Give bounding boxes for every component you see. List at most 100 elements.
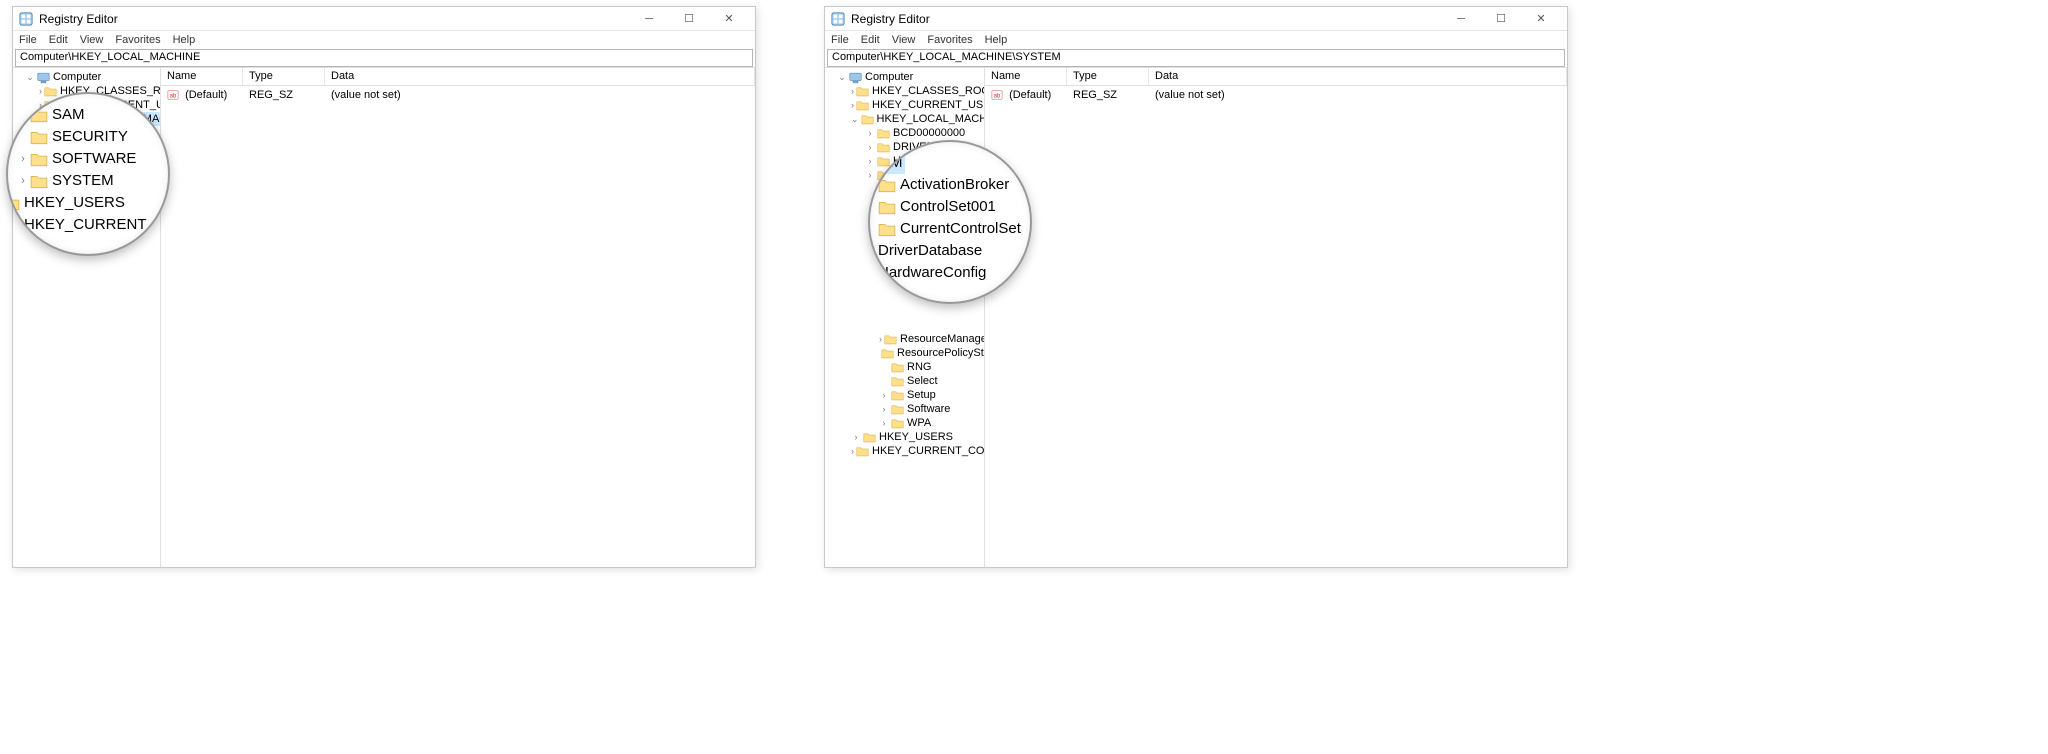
mag-item-hku: HKEY_USERS [6,192,160,214]
expand-icon[interactable]: › [851,98,854,112]
menubar: File Edit View Favorites Help [825,31,1567,49]
folder-icon [891,362,904,373]
tree-hkcu[interactable]: › HKEY_CURRENT_USER [825,98,984,112]
folder-icon [856,446,869,457]
app-icon [831,12,845,26]
list-header: Name Type Data [985,68,1567,86]
computer-icon [37,72,50,83]
expand-icon[interactable]: › [851,84,854,98]
tree-computer[interactable]: ⌄ Computer [13,70,160,84]
mag-item-hardwareconfig: HardwareConfig [878,262,1022,284]
menu-edit[interactable]: Edit [49,34,68,46]
address-bar[interactable]: Computer\HKEY_LOCAL_MACHINE [15,49,753,67]
folder-icon [877,128,890,139]
value-name: (Default) [1009,89,1051,101]
value-row-default[interactable]: (Default) REG_SZ (value not set) [161,86,755,104]
folder-icon [877,156,890,167]
value-data: (value not set) [325,88,755,102]
menu-help[interactable]: Help [985,34,1008,46]
menu-favorites[interactable]: Favorites [927,34,972,46]
tree-resmgr[interactable]: › ResourceManager [825,332,984,346]
tree-label: Computer [53,70,101,84]
close-button[interactable]: ✕ [709,7,749,31]
folder-icon [877,142,890,153]
tree-rng[interactable]: RNG [825,360,984,374]
expand-icon[interactable]: › [865,126,875,140]
list-pane[interactable]: Name Type Data (Default) REG_SZ (value n… [985,68,1567,567]
expand-icon[interactable]: › [879,332,882,346]
col-type[interactable]: Type [243,68,325,85]
menubar: File Edit View Favorites Help [13,31,755,49]
collapse-icon[interactable]: ⌄ [851,112,859,126]
tree-select[interactable]: Select [825,374,984,388]
col-data[interactable]: Data [1149,68,1567,85]
col-name[interactable]: Name [985,68,1067,85]
tree-bcd[interactable]: › BCD00000000 [825,126,984,140]
mag-item-driverdatabase: DriverDatabase [878,240,1022,262]
tree-hkcr[interactable]: › HKEY_CLASSES_ROOT [825,84,984,98]
menu-help[interactable]: Help [173,34,196,46]
minimize-button[interactable]: ─ [1441,7,1481,31]
value-data: (value not set) [1149,88,1567,102]
col-name[interactable]: Name [161,68,243,85]
folder-icon [891,390,904,401]
menu-edit[interactable]: Edit [861,34,880,46]
expand-icon[interactable]: › [879,416,889,430]
col-type[interactable]: Type [1067,68,1149,85]
tree-wpa[interactable]: › WPA [825,416,984,430]
tree-respol[interactable]: ResourcePolicyStore [825,346,984,360]
expand-icon[interactable]: › [865,154,875,168]
address-bar[interactable]: Computer\HKEY_LOCAL_MACHINE\SYSTEM [827,49,1565,67]
folder-icon [891,376,904,387]
mag-item-system: › SYSTEM [16,170,160,192]
computer-icon [849,72,862,83]
expand-icon: › [16,148,30,170]
titlebar[interactable]: Registry Editor ─ ☐ ✕ [13,7,755,31]
folder-icon [881,348,894,359]
expand-icon[interactable]: › [865,140,875,154]
mag-item-controlset001: ControlSet001 [878,196,1022,218]
expand-icon[interactable]: › [39,84,42,98]
list-pane[interactable]: Name Type Data (Default) REG_SZ (value n… [161,68,755,567]
string-value-icon [167,89,179,101]
mag-item-currentcontrolset: CurrentControlSet [878,218,1022,240]
value-type: REG_SZ [243,88,325,102]
menu-file[interactable]: File [19,34,37,46]
collapse-icon[interactable]: ⌄ [25,70,35,84]
menu-view[interactable]: View [892,34,916,46]
magnifier-right: EM ActivationBroker ControlSet001 Curren… [868,140,1032,304]
expand-icon[interactable]: › [879,388,889,402]
tree-setup[interactable]: › Setup [825,388,984,402]
minimize-button[interactable]: ─ [629,7,669,31]
tree-hku[interactable]: › HKEY_USERS [825,430,984,444]
folder-icon [891,404,904,415]
magnifier-left: SAM SECURITY › SOFTWARE › SYSTEM HKEY_US… [6,92,170,256]
mag-item-activationbroker: ActivationBroker [878,174,1022,196]
tree-hklm[interactable]: ⌄ HKEY_LOCAL_MACHINE [825,112,984,126]
collapse-icon[interactable]: ⌄ [837,70,847,84]
titlebar[interactable]: Registry Editor ─ ☐ ✕ [825,7,1567,31]
value-type: REG_SZ [1067,88,1149,102]
folder-icon [44,86,57,97]
col-data[interactable]: Data [325,68,755,85]
tree-computer[interactable]: ⌄ Computer [825,70,984,84]
expand-icon[interactable]: › [851,430,861,444]
expand-icon: › [16,170,30,192]
folder-icon [891,418,904,429]
menu-file[interactable]: File [831,34,849,46]
expand-icon[interactable]: › [851,444,854,458]
menu-favorites[interactable]: Favorites [115,34,160,46]
folder-icon [856,100,869,111]
window-title: Registry Editor [39,12,118,26]
expand-icon[interactable]: › [879,402,889,416]
value-name: (Default) [185,89,227,101]
menu-view[interactable]: View [80,34,104,46]
value-row-default[interactable]: (Default) REG_SZ (value not set) [985,86,1567,104]
tree-software[interactable]: › Software [825,402,984,416]
tree-hkcc[interactable]: › HKEY_CURRENT_CONFIG [825,444,984,458]
expand-icon[interactable]: › [865,168,875,182]
folder-icon [863,432,876,443]
maximize-button[interactable]: ☐ [669,7,709,31]
close-button[interactable]: ✕ [1521,7,1561,31]
maximize-button[interactable]: ☐ [1481,7,1521,31]
